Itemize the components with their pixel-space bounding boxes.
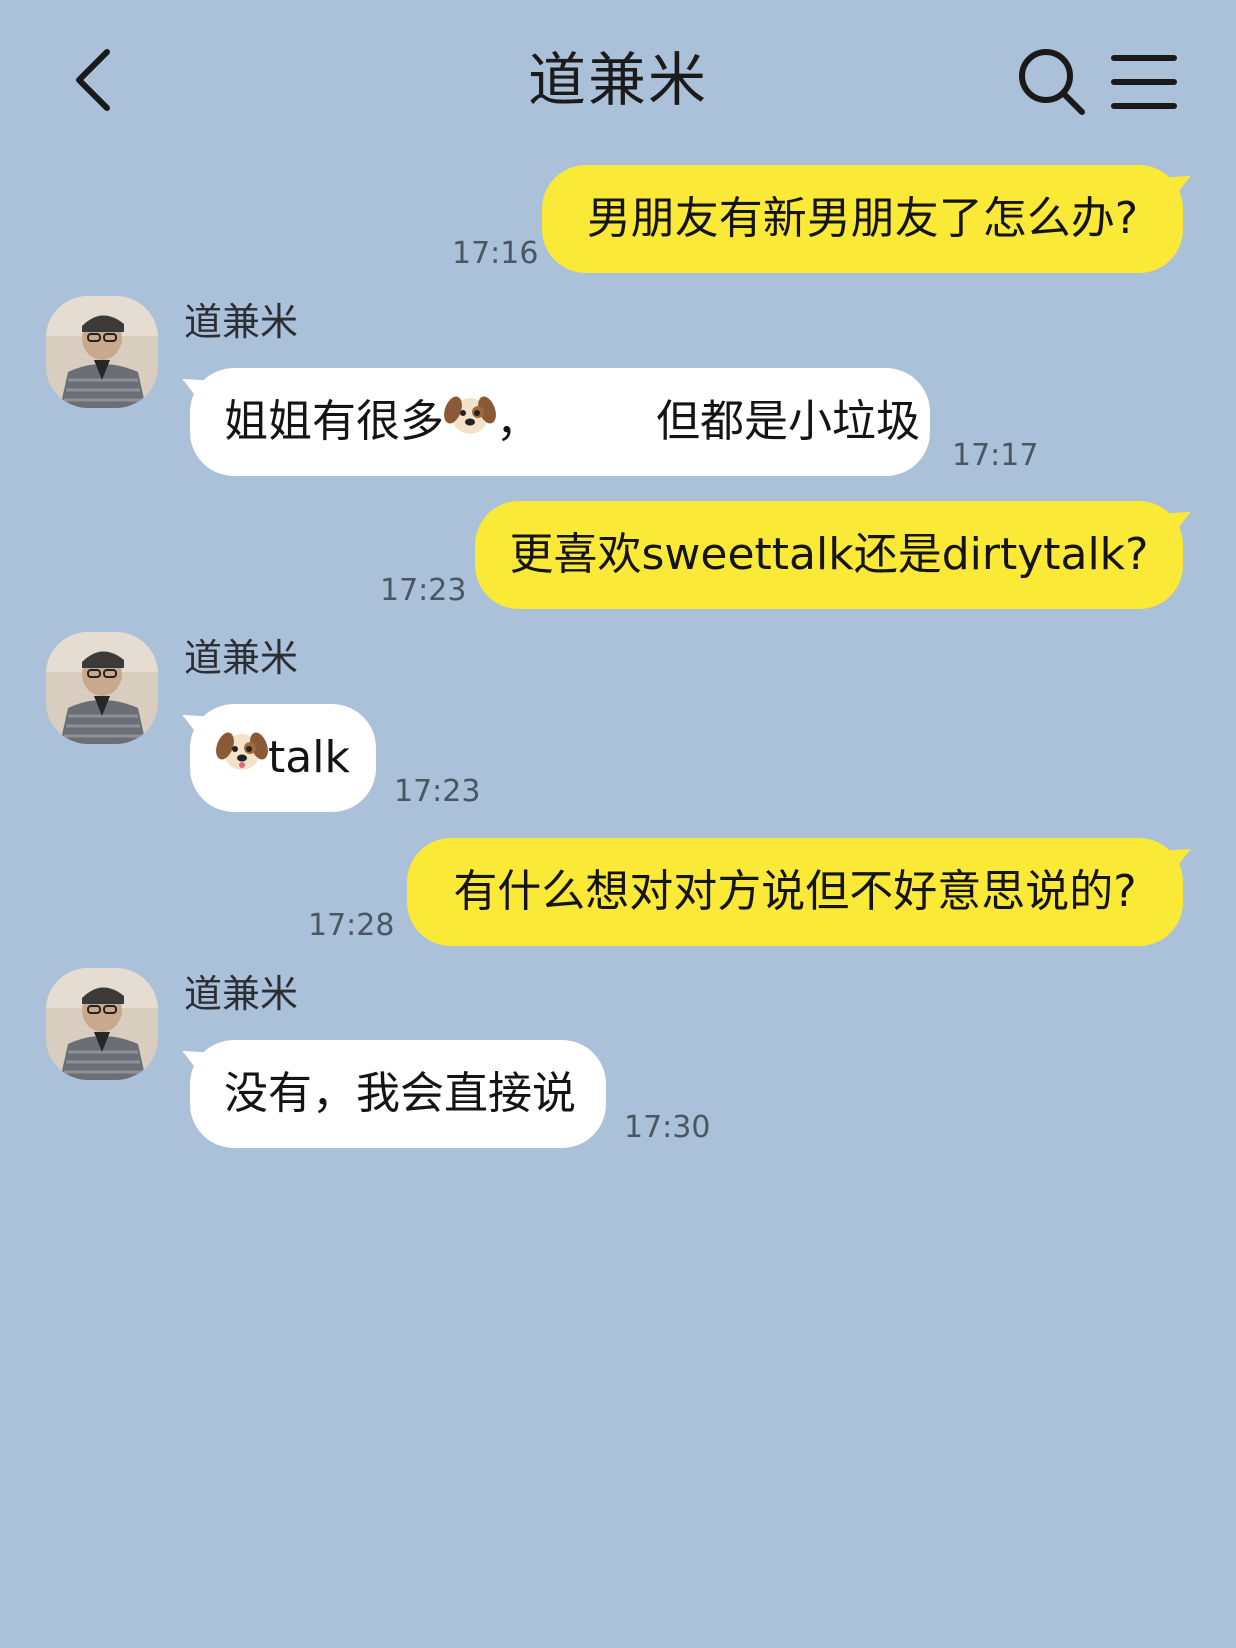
my-message-bubble[interactable]: 有什么想对对方说但不好意思说的? <box>407 838 1183 946</box>
sender-name: 道兼米 <box>184 636 299 680</box>
message-text: 没有，我会直接说 <box>224 1068 576 1119</box>
message-time: 17:28 <box>308 908 395 943</box>
message-time: 17:17 <box>952 438 1039 473</box>
message-time: 17:30 <box>624 1110 711 1145</box>
message-text: 姐姐有很多 <box>224 396 444 447</box>
avatar[interactable] <box>46 968 158 1080</box>
menu-button[interactable] <box>1110 48 1178 116</box>
message-text: 更喜欢sweettalk还是dirtytalk? <box>509 529 1149 580</box>
search-button[interactable] <box>1016 46 1088 118</box>
my-message-bubble[interactable]: 男朋友有新男朋友了怎么办? <box>542 165 1183 273</box>
my-message-bubble[interactable]: 更喜欢sweettalk还是dirtytalk? <box>475 501 1183 609</box>
sender-name: 道兼米 <box>184 300 299 344</box>
their-message-bubble[interactable]: talk <box>190 704 376 812</box>
message-time: 17:16 <box>452 236 539 271</box>
message-text: 但都是小垃圾 <box>656 396 920 447</box>
message-time: 17:23 <box>394 774 481 809</box>
menu-icon <box>1111 55 1177 109</box>
their-message-bubble[interactable]: 没有，我会直接说 <box>190 1040 606 1148</box>
their-message-bubble[interactable]: 姐姐有很多 ， 但都是小垃圾 <box>190 368 930 476</box>
avatar[interactable] <box>46 632 158 744</box>
message-time: 17:23 <box>380 573 467 608</box>
search-icon <box>1019 49 1085 115</box>
chat-screen: 道兼米 17:16 男朋友有新男朋友了怎么办? 道兼米 姐姐有很多 ， 但都是小… <box>0 0 1236 1648</box>
chat-header: 道兼米 <box>0 0 1236 160</box>
message-text: 男朋友有新男朋友了怎么办? <box>586 193 1139 244</box>
avatar[interactable] <box>46 296 158 408</box>
dog-face-icon <box>216 706 268 814</box>
sender-name: 道兼米 <box>184 972 299 1016</box>
dog-face-icon <box>444 370 496 478</box>
message-text: 有什么想对对方说但不好意思说的? <box>453 866 1137 917</box>
message-text: talk <box>268 732 350 783</box>
message-text-comma: ， <box>496 396 540 447</box>
